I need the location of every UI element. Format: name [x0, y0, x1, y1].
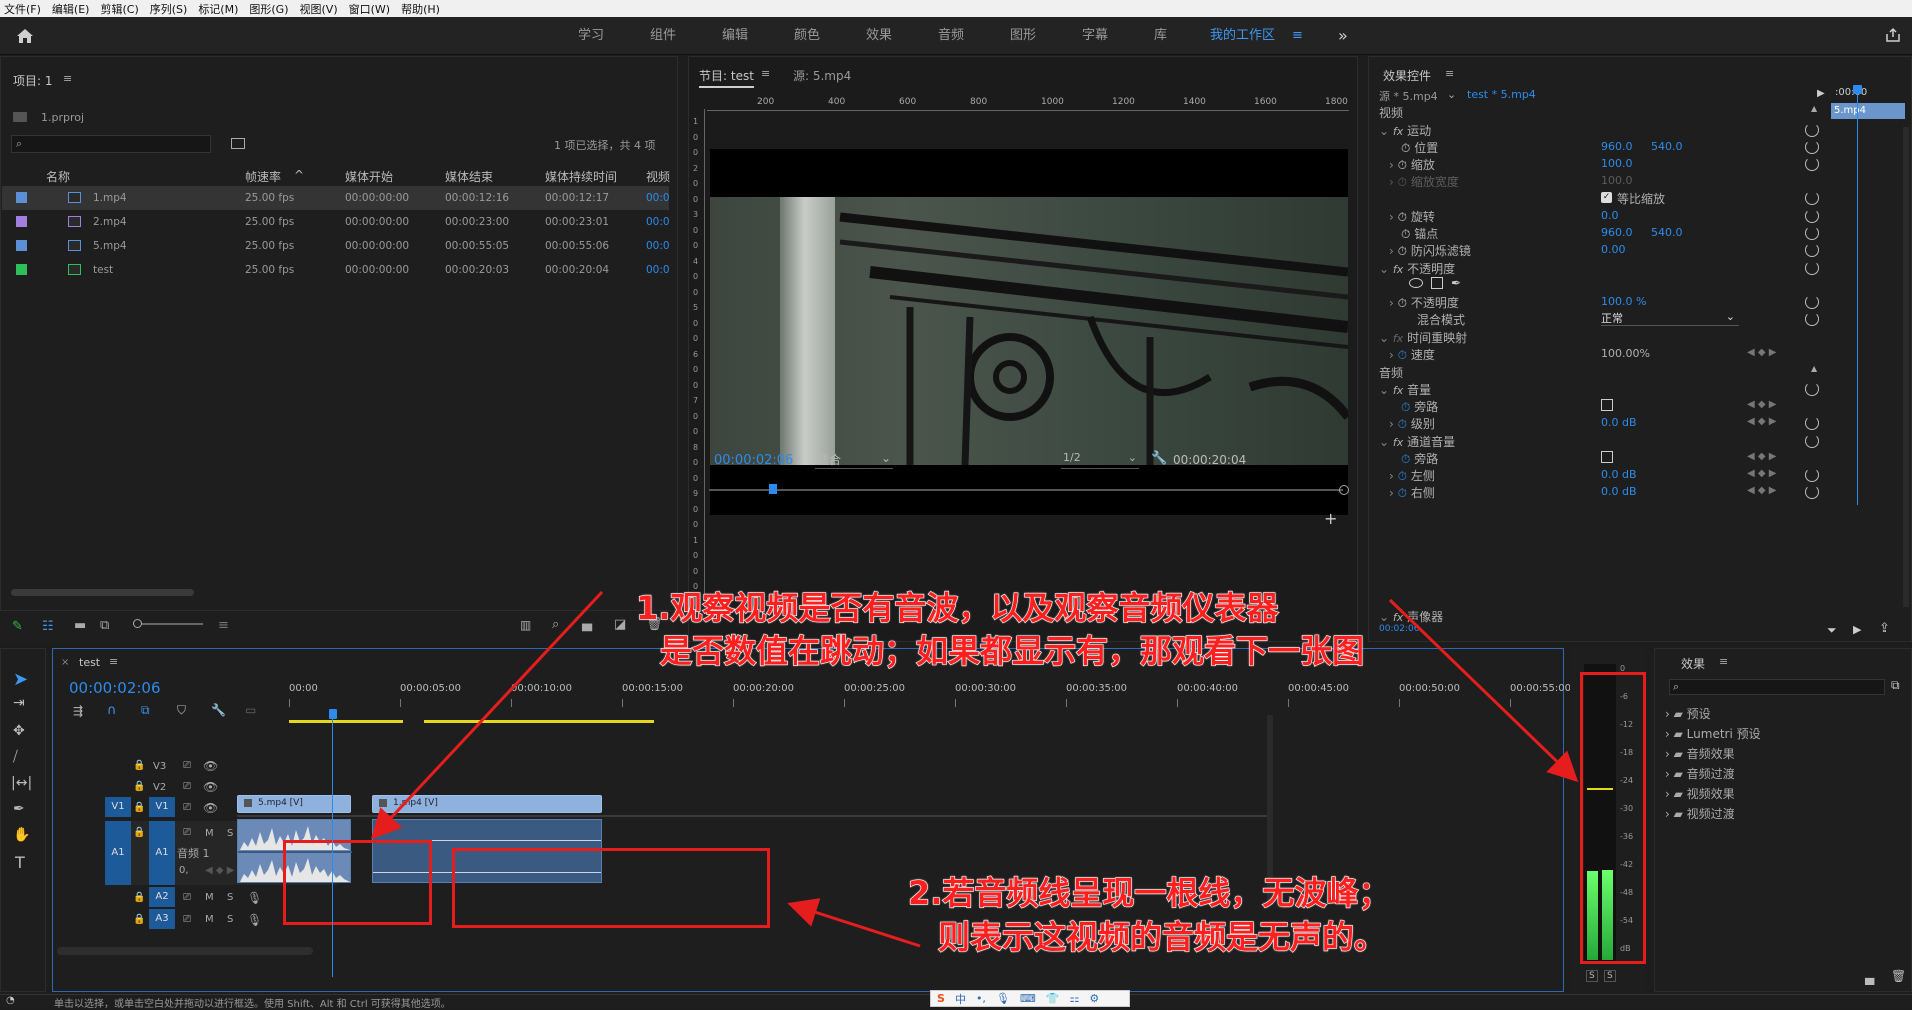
annotation-2-line2: 则表示这视频的音频是无声的。 — [937, 917, 1387, 956]
arrow-to-waveform — [370, 590, 604, 840]
annotation-arrows — [370, 590, 1579, 948]
arrow-to-meter — [1388, 598, 1579, 783]
annotation-1-line1: 1.观察视频是否有音波，以及观察音频仪表器 — [635, 588, 1279, 627]
annotation-2-line1: 2.若音频线呈现一根线，无波峰； — [907, 873, 1391, 912]
arrow-to-flatline — [787, 898, 921, 948]
annotation-1-line2: 是否数值在跳动；如果都显示有，那观看下一张图 — [659, 631, 1365, 670]
